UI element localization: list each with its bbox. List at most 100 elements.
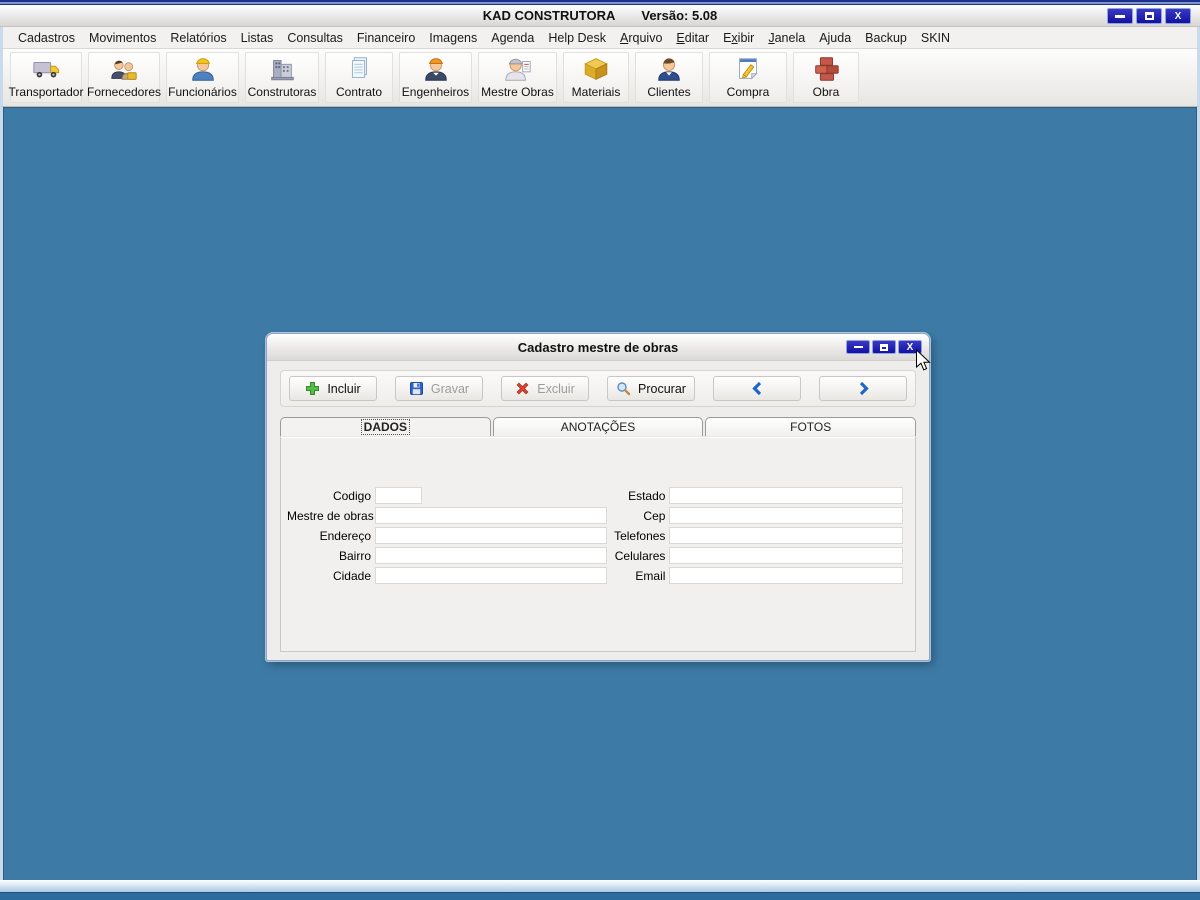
form-fields: Codigo Mestre de obras Endereço Bairro C… — [281, 437, 915, 587]
menu-item-exibir[interactable]: Exibir — [716, 28, 761, 48]
codigo-label: Codigo — [332, 488, 371, 503]
plus-icon — [306, 382, 320, 395]
form-row-mestre-de-obras: Mestre de obras — [287, 507, 608, 524]
cidade-label: Cidade — [332, 568, 371, 583]
menu-item-helpdesk[interactable]: Help Desk — [541, 28, 613, 48]
toolbar-button-obra[interactable]: Obra — [793, 52, 859, 103]
chevron-left-icon — [751, 381, 761, 396]
application-window: KAD CONSTRUTORA Versão: 5.08 X Cadastros… — [0, 0, 1200, 900]
estado-label: Estado — [628, 488, 666, 503]
maximize-button[interactable] — [1136, 8, 1162, 24]
foreman-icon — [504, 58, 531, 81]
mestre-de-obras-label: Mestre de obras — [287, 508, 374, 523]
toolbar-label: Contrato — [335, 85, 383, 99]
dialog-maximize-button[interactable] — [872, 340, 896, 354]
dados-tab-panel: Codigo Mestre de obras Endereço Bairro C… — [280, 436, 916, 652]
tab-anotacoes[interactable]: ANOTAÇÕES — [492, 417, 704, 436]
toolbar-button-compra[interactable]: Compra — [709, 52, 787, 103]
toolbar-button-mestre-obras[interactable]: Mestre Obras — [478, 52, 557, 103]
toolbar-label: Transportador — [8, 85, 84, 99]
menu-item-imagens[interactable]: Imagens — [422, 28, 484, 48]
form-row-telefones: Telefones — [607, 527, 903, 544]
mestre-de-obras-input[interactable] — [375, 507, 608, 524]
toolbar-button-engenheiros[interactable]: Engenheiros — [399, 52, 472, 103]
toolbar-label: Materiais — [571, 85, 621, 99]
toolbar-button-materiais[interactable]: Materiais — [563, 52, 629, 103]
window-frame-bottom-highlight — [0, 880, 1200, 892]
toolbar-label: Obra — [812, 85, 840, 99]
email-input[interactable] — [669, 567, 903, 584]
worker-icon — [191, 58, 214, 81]
menu-item-janela[interactable]: Janela — [761, 28, 812, 48]
dialog-title: Cadastro mestre de obras — [517, 339, 679, 355]
toolbar-button-clientes[interactable]: Clientes — [635, 52, 703, 103]
celulares-input[interactable] — [669, 547, 903, 564]
form-row-email: Email — [607, 567, 903, 584]
menu-item-agenda[interactable]: Agenda — [484, 28, 541, 48]
menu-item-consultas[interactable]: Consultas — [280, 28, 350, 48]
form-row-estado: Estado — [607, 487, 903, 504]
incluir-button[interactable]: Incluir — [289, 376, 377, 401]
toolbar-button-fornecedores[interactable]: Fornecedores — [87, 52, 161, 103]
mouse-cursor-icon — [916, 349, 931, 371]
building-icon — [271, 60, 294, 81]
maximize-icon — [880, 343, 888, 351]
minimize-button[interactable] — [1107, 8, 1133, 24]
estado-input[interactable] — [669, 487, 903, 504]
excluir-button[interactable]: Excluir — [501, 376, 589, 401]
procurar-label: Procurar — [638, 381, 686, 396]
dialog-minimize-button[interactable] — [846, 340, 870, 354]
dialog-titlebar[interactable]: Cadastro mestre de obras X — [267, 334, 929, 361]
menu-item-arquivo[interactable]: Arquivo — [613, 28, 669, 48]
purchase-icon — [739, 58, 758, 80]
toolbar-button-transportador[interactable]: Transportador — [8, 52, 84, 103]
maximize-icon — [1144, 12, 1154, 20]
toolbar-button-contrato[interactable]: Contrato — [325, 52, 393, 103]
form-right-column: Estado Cep Telefones Celulares Email — [607, 487, 903, 587]
menu-item-ajuda[interactable]: Ajuda — [812, 28, 858, 48]
cep-input[interactable] — [669, 507, 903, 524]
toolbar-label: Engenheiros — [401, 85, 470, 99]
previous-record-button[interactable] — [713, 376, 801, 401]
menu-item-relatorios[interactable]: Relatórios — [163, 28, 233, 48]
truck-icon — [33, 61, 60, 78]
endereco-input[interactable] — [375, 527, 608, 544]
excluir-label: Excluir — [537, 381, 575, 396]
cidade-input[interactable] — [375, 567, 608, 584]
tab-dados[interactable]: DADOS — [280, 417, 491, 436]
bairro-input[interactable] — [375, 547, 608, 564]
form-row-codigo: Codigo — [287, 487, 607, 504]
telefones-input[interactable] — [669, 527, 903, 544]
search-icon — [617, 382, 631, 396]
form-left-column: Codigo Mestre de obras Endereço Bairro C… — [287, 487, 608, 587]
next-record-button[interactable] — [819, 376, 907, 401]
menu-item-listas[interactable]: Listas — [234, 28, 281, 48]
dialog-command-panel: Incluir Gravar Excluir Procurar — [280, 370, 916, 407]
endereco-label: Endereço — [319, 528, 371, 543]
mdi-client-area: Cadastro mestre de obras X Incluir Grava… — [0, 107, 1200, 880]
toolbar-button-construtoras[interactable]: Construtoras — [245, 52, 319, 103]
menu-bar: Cadastros Movimentos Relatórios Listas C… — [0, 27, 1200, 49]
menu-item-cadastros[interactable]: Cadastros — [11, 28, 82, 48]
close-icon: X — [1174, 10, 1182, 22]
menu-item-skin[interactable]: SKIN — [914, 28, 957, 48]
gravar-button[interactable]: Gravar — [395, 376, 483, 401]
minimize-icon — [853, 346, 863, 348]
contract-icon — [351, 57, 367, 78]
form-row-cidade: Cidade — [287, 567, 608, 584]
menu-item-editar[interactable]: Editar — [669, 28, 716, 48]
codigo-input[interactable] — [375, 487, 422, 504]
cep-label: Cep — [643, 508, 666, 523]
window-frame-bottom — [0, 892, 1200, 900]
cadastro-mestre-obras-dialog: Cadastro mestre de obras X Incluir Grava… — [266, 333, 931, 661]
procurar-button[interactable]: Procurar — [607, 376, 695, 401]
main-toolbar: Transportador Fornecedores Funcionários — [0, 49, 1200, 107]
toolbar-button-funcionarios[interactable]: Funcionários — [166, 52, 239, 103]
menu-item-financeiro[interactable]: Financeiro — [350, 28, 422, 48]
form-row-cep: Cep — [607, 507, 903, 524]
menu-item-movimentos[interactable]: Movimentos — [82, 28, 163, 48]
close-button[interactable]: X — [1165, 8, 1191, 24]
tab-fotos[interactable]: FOTOS — [705, 417, 917, 436]
menu-item-backup[interactable]: Backup — [858, 28, 914, 48]
form-row-celulares: Celulares — [607, 547, 903, 564]
